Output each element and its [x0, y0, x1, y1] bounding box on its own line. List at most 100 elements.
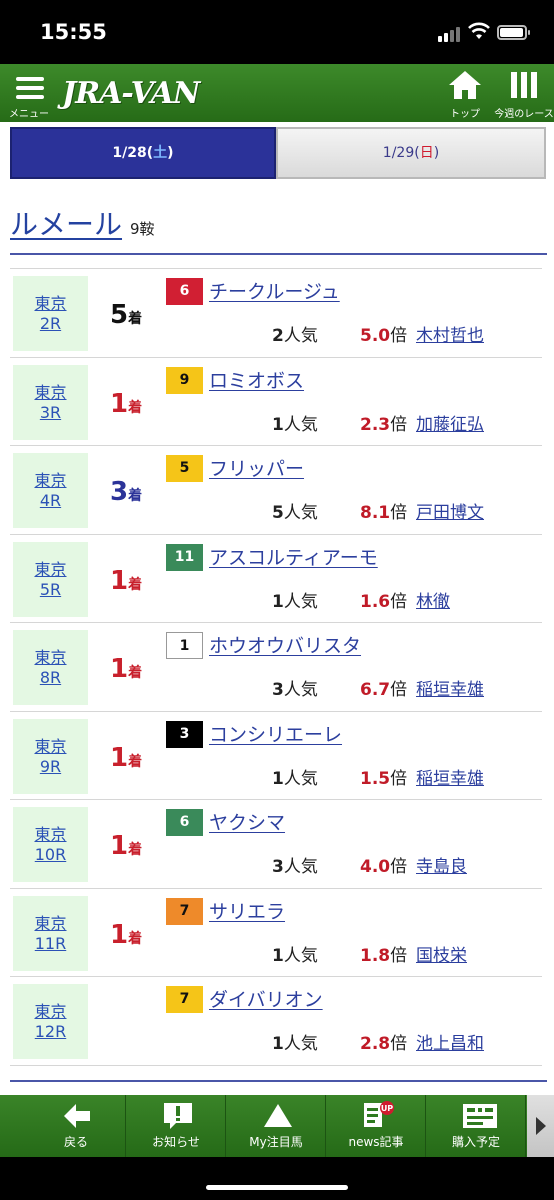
gate-number-badge: 7	[166, 897, 203, 925]
finish-position: 1着	[110, 831, 150, 861]
odds-value: 1.6	[360, 591, 391, 612]
odds: 4.0倍	[360, 852, 407, 877]
status-time: 15:55	[40, 20, 107, 44]
popularity-rank: 1	[272, 768, 284, 789]
top-button[interactable]: トップ	[440, 64, 490, 122]
race-link[interactable]: 東京 11R	[13, 895, 88, 971]
trainer-name-link[interactable]: 国枝栄	[416, 941, 467, 966]
trainer-name-link[interactable]: 木村哲也	[416, 321, 484, 346]
finish-unit: 着	[128, 753, 143, 770]
popularity: 2人気	[272, 321, 318, 346]
race-number: 10R	[34, 845, 67, 864]
odds-unit: 倍	[390, 680, 408, 700]
horse-name-link[interactable]: サリエラ	[209, 897, 285, 924]
odds-value: 4.0	[360, 857, 391, 877]
finish-position: 1着	[110, 743, 150, 773]
horse-name-link[interactable]: フリッパー	[209, 454, 304, 481]
popularity-unit: 人気	[283, 768, 318, 789]
race-link[interactable]: 東京 3R	[13, 364, 88, 440]
odds: 2.3倍	[360, 410, 407, 435]
horse-name-link[interactable]: アスコルティアーモ	[209, 543, 378, 570]
finish-number: 3	[110, 477, 129, 507]
venue-name: 東京	[34, 559, 67, 579]
race-link[interactable]: 東京 5R	[13, 541, 88, 617]
jockey-heading: ルメール 9鞍	[10, 203, 155, 243]
race-link[interactable]: 東京 4R	[13, 453, 88, 528]
horse-name-link[interactable]: チークルージュ	[209, 277, 340, 304]
popularity: 5人気	[272, 498, 318, 523]
tab-day-of-week: 土	[153, 145, 168, 161]
popularity-rank: 1	[272, 945, 284, 966]
finish-position: 1着	[110, 566, 150, 596]
finish-number: 1	[110, 919, 129, 950]
venue-name: 東京	[34, 471, 67, 490]
tab-date-1-29[interactable]: 1/29(日)	[276, 127, 546, 179]
tab-date-1-28[interactable]: 1/28(土)	[10, 127, 276, 179]
venue-name: 東京	[34, 736, 67, 756]
race-row: 東京 11R 1着 7 サリエラ 1人気 1.8倍 国枝栄	[10, 889, 542, 977]
race-number: 2R	[39, 314, 62, 333]
popularity: 1人気	[272, 587, 318, 612]
tab-date: 1/29	[382, 145, 415, 161]
home-icon	[449, 71, 481, 99]
finish-unit: 着	[128, 665, 143, 681]
odds-unit: 倍	[390, 768, 408, 789]
trainer-name-link[interactable]: 戸田博文	[416, 498, 484, 523]
horse-name-link[interactable]: ヤクシマ	[209, 808, 285, 835]
nav-purchase-plan[interactable]: 購入予定	[427, 1095, 526, 1157]
horse-name-link[interactable]: ロミオボス	[209, 366, 304, 393]
odds-value: 2.3	[360, 414, 391, 435]
venue-name: 東京	[34, 382, 67, 402]
odds-value: 6.7	[360, 680, 391, 700]
notice-icon	[164, 1103, 192, 1129]
race-link[interactable]: 東京 10R	[13, 807, 88, 882]
popularity-rank: 5	[272, 503, 284, 523]
popularity: 3人気	[272, 852, 318, 877]
odds-value: 5.0	[360, 326, 391, 346]
race-row: 東京 4R 3着 5 フリッパー 5人気 8.1倍 戸田博文	[10, 446, 542, 535]
finish-number: 1	[110, 565, 129, 596]
nav-my-horse[interactable]: My注目馬	[227, 1095, 326, 1157]
wifi-icon	[468, 22, 490, 39]
jockey-name-link[interactable]: ルメール	[10, 208, 122, 241]
venue-name: 東京	[34, 913, 67, 933]
jra-van-logo[interactable]: JRA-VAN	[62, 76, 200, 111]
nav-label: My注目馬	[249, 1135, 303, 1149]
odds-unit: 倍	[390, 414, 408, 435]
nav-notice[interactable]: お知らせ	[127, 1095, 226, 1157]
home-indicator	[206, 1185, 348, 1190]
trainer-name-link[interactable]: 寺島良	[416, 852, 467, 877]
horse-name-link[interactable]: ホウオウバリスタ	[209, 631, 361, 658]
trainer-name-link[interactable]: 加藤征弘	[416, 410, 484, 435]
app-header: メニュー JRA-VAN トップ 今週のレース	[0, 64, 554, 122]
finish-unit: 着	[128, 488, 143, 504]
finish-unit: 着	[128, 399, 143, 416]
popularity-rank: 2	[272, 326, 284, 346]
trainer-name-link[interactable]: 林徹	[416, 587, 450, 612]
gate-number-badge: 1	[166, 632, 203, 659]
horse-name-link[interactable]: ダイバリオン	[209, 985, 323, 1012]
popularity-unit: 人気	[283, 857, 318, 877]
ride-count: 9鞍	[130, 220, 155, 238]
race-link[interactable]: 東京 9R	[13, 718, 88, 794]
popularity-rank: 1	[272, 1034, 284, 1054]
menu-button[interactable]: メニュー	[6, 64, 52, 122]
trainer-name-link[interactable]: 稲垣幸雄	[416, 675, 484, 700]
race-link[interactable]: 東京 8R	[13, 630, 88, 705]
popularity-unit: 人気	[283, 503, 318, 523]
trainer-name-link[interactable]: 稲垣幸雄	[416, 764, 484, 789]
nav-more-button[interactable]	[527, 1095, 554, 1157]
battery-icon	[497, 25, 530, 40]
trainer-name-link[interactable]: 池上昌和	[416, 1029, 484, 1054]
odds-value: 1.5	[360, 768, 391, 789]
race-link[interactable]: 東京 2R	[13, 276, 88, 351]
tab-day-of-week: 日	[419, 145, 434, 161]
odds: 8.1倍	[360, 498, 407, 523]
odds: 1.5倍	[360, 764, 407, 789]
this-week-races-button[interactable]: 今週のレース	[494, 64, 554, 122]
nav-back[interactable]: 戻る	[27, 1095, 126, 1157]
finish-unit: 着	[128, 311, 143, 327]
horse-name-link[interactable]: コンシリエーレ	[209, 720, 342, 747]
nav-news[interactable]: UP news記事	[327, 1095, 426, 1157]
race-link[interactable]: 東京 12R	[13, 984, 88, 1059]
